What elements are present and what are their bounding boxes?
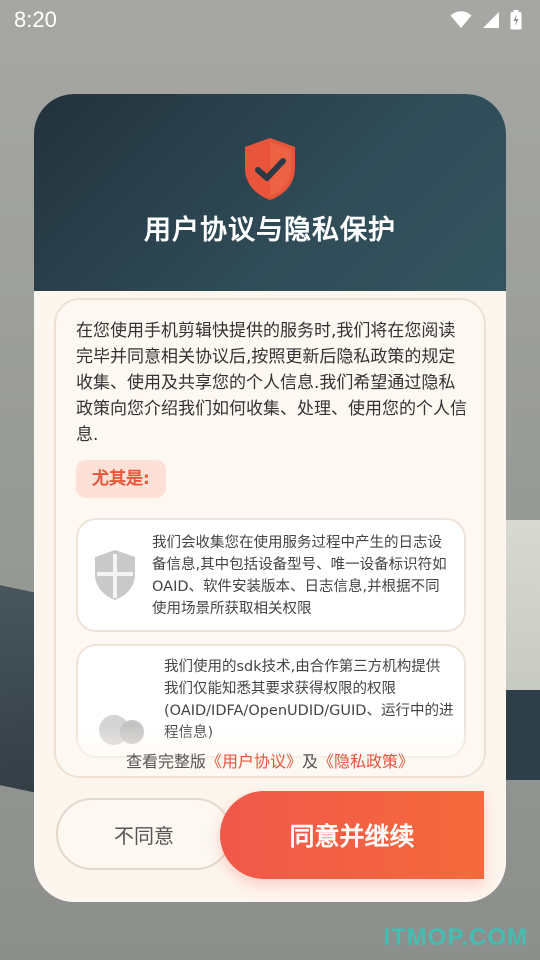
agree-continue-button[interactable]: 同意并继续: [220, 791, 484, 879]
agreement-content-scroll[interactable]: 在您使用手机剪辑快提供的服务时,我们将在您阅读完毕并同意相关协议后,按照更新后隐…: [54, 298, 486, 778]
user-agreement-link[interactable]: 《用户协议》: [206, 752, 302, 771]
status-bar: 8:20: [0, 0, 540, 40]
shield-icon: [95, 550, 135, 600]
card-text: 我们会收集您在使用服务过程中产生的日志设备信息,其中包括设备型号、唯一设备标识符…: [152, 535, 447, 617]
privacy-policy-link[interactable]: 《隐私政策》: [318, 752, 414, 771]
status-icons: [450, 10, 522, 30]
agreement-links: 查看完整版《用户协议》及《隐私政策》: [34, 748, 506, 772]
intro-text: 在您使用手机剪辑快提供的服务时,我们将在您阅读完毕并同意相关协议后,按照更新后隐…: [76, 321, 467, 445]
shield-check-icon: [245, 138, 295, 200]
privacy-dialog: 用户协议与隐私保护 在您使用手机剪辑快提供的服务时,我们将在您阅读完毕并同意相关…: [34, 94, 506, 902]
cellular-icon: [483, 12, 499, 28]
dialog-header: 用户协议与隐私保护: [34, 94, 506, 291]
disagree-button[interactable]: 不同意: [56, 798, 232, 870]
agreement-connector: 及: [302, 752, 319, 771]
info-card: 我们会收集您在使用服务过程中产生的日志设备信息,其中包括设备型号、唯一设备标识符…: [76, 518, 466, 632]
status-time: 8:20: [14, 7, 57, 32]
battery-icon: [510, 10, 522, 30]
highlight-badge: 尤其是:: [76, 460, 166, 498]
watermark: ITMOP.COM: [383, 924, 528, 951]
wifi-icon: [450, 11, 472, 28]
agreement-prefix: 查看完整版: [125, 752, 206, 771]
dialog-title: 用户协议与隐私保护: [144, 215, 396, 246]
